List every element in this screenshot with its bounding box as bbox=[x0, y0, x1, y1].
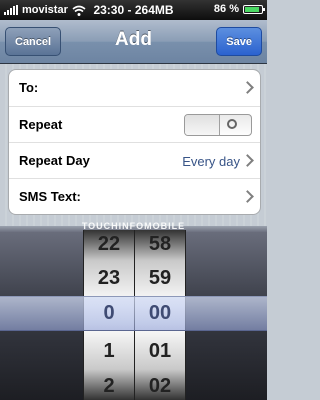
repeat-toggle[interactable] bbox=[184, 114, 252, 136]
row-sms-text[interactable]: SMS Text: bbox=[9, 178, 260, 214]
battery-percent: 86 % bbox=[213, 3, 239, 15]
row-to[interactable]: To: bbox=[9, 70, 260, 106]
hour-option[interactable]: 2 bbox=[84, 375, 134, 398]
form-background: To: Repeat Repeat Day Every day SMS Text… bbox=[0, 64, 267, 226]
hour-option-selected[interactable]: 0 bbox=[84, 302, 134, 325]
toggle-knob[interactable] bbox=[185, 115, 220, 135]
row-label: Repeat bbox=[19, 117, 63, 132]
navigation-bar: Cancel Add Save bbox=[0, 20, 267, 64]
row-detail: Every day bbox=[182, 154, 240, 169]
minute-option[interactable]: 01 bbox=[135, 340, 185, 363]
chevron-right-icon bbox=[241, 81, 254, 94]
row-label: To: bbox=[19, 80, 39, 95]
time-picker: 22 23 0 1 2 58 59 00 01 02 TOUCHINFOMOBI… bbox=[0, 221, 267, 400]
chevron-right-icon bbox=[241, 190, 254, 203]
minute-option[interactable]: 58 bbox=[135, 233, 185, 256]
row-label: SMS Text: bbox=[19, 189, 81, 204]
battery-fill bbox=[245, 6, 259, 12]
save-button[interactable]: Save bbox=[216, 27, 262, 56]
minute-option-selected[interactable]: 00 bbox=[135, 302, 185, 325]
hour-option[interactable]: 23 bbox=[84, 267, 134, 290]
clock-time: 23:30 bbox=[93, 3, 125, 17]
status-bar: movistar 23:30 - 264MB 86 % bbox=[0, 0, 267, 20]
hour-option[interactable]: 1 bbox=[84, 340, 134, 363]
minute-wheel[interactable]: 58 59 00 01 02 bbox=[134, 230, 186, 400]
hour-wheel[interactable]: 22 23 0 1 2 bbox=[83, 230, 135, 400]
hour-option[interactable]: 22 bbox=[84, 233, 134, 256]
row-label: Repeat Day bbox=[19, 153, 90, 168]
row-repeat-day[interactable]: Repeat Day Every day bbox=[9, 142, 260, 178]
row-repeat: Repeat bbox=[9, 106, 260, 142]
battery-icon bbox=[243, 4, 265, 14]
memory-readout: 264MB bbox=[134, 3, 174, 17]
minute-option[interactable]: 02 bbox=[135, 375, 185, 398]
chevron-right-icon bbox=[241, 154, 254, 167]
minute-option[interactable]: 59 bbox=[135, 267, 185, 290]
watermark-text: TOUCHINFOMOBILE bbox=[81, 221, 186, 231]
toggle-off-icon bbox=[227, 119, 237, 129]
status-right: 86 % bbox=[213, 3, 265, 15]
form-group: To: Repeat Repeat Day Every day SMS Text… bbox=[8, 69, 261, 215]
